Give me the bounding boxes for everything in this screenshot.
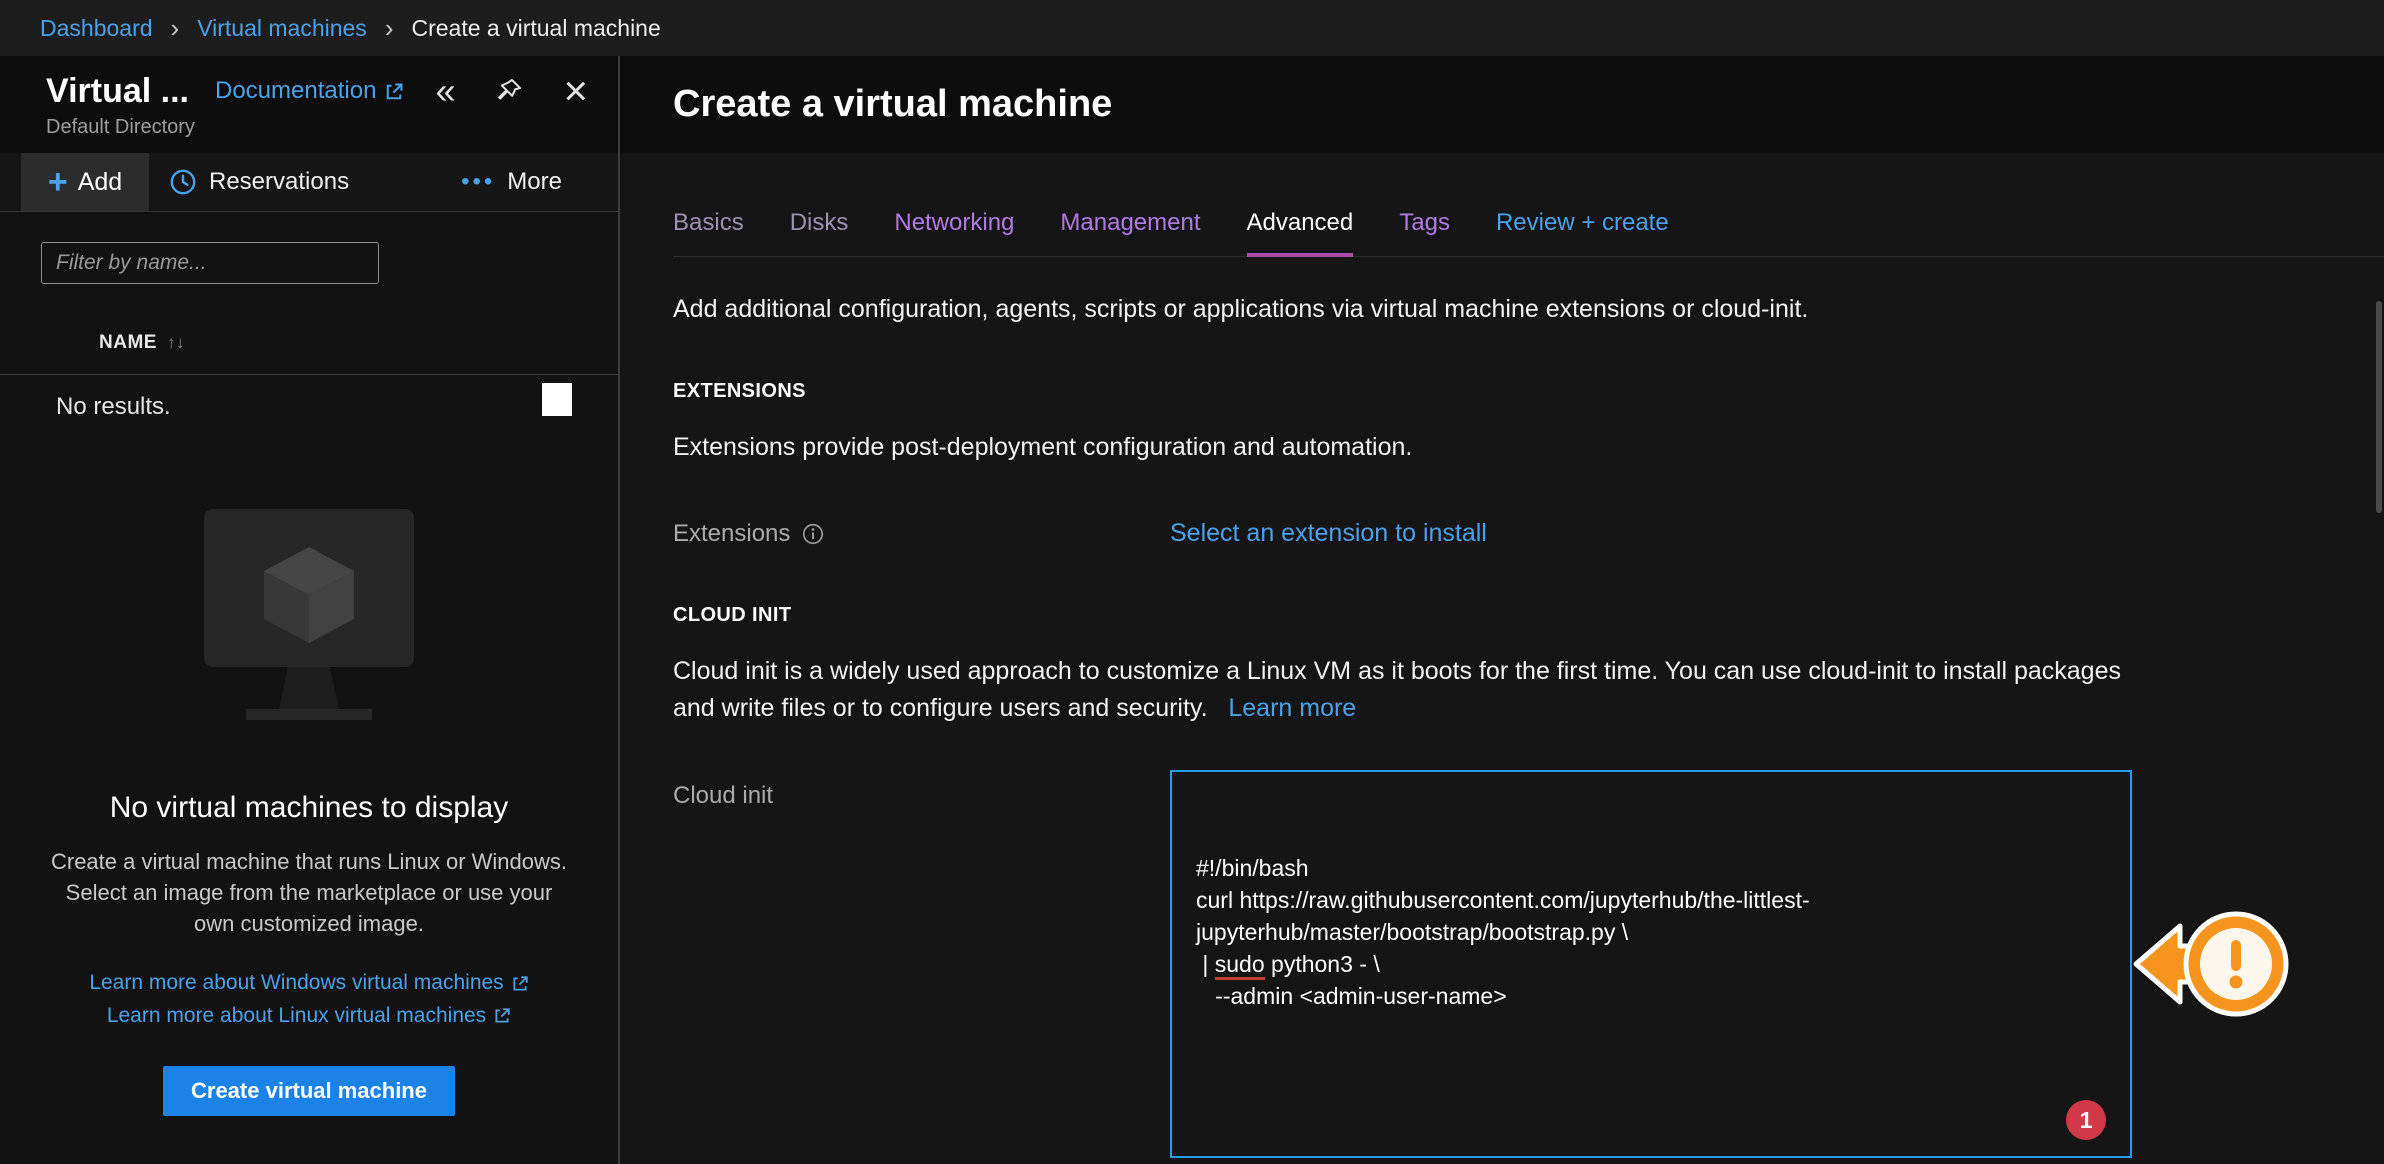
- tab-networking[interactable]: Networking: [894, 209, 1014, 256]
- more-button[interactable]: ••• More: [461, 153, 562, 211]
- main-scrollbar-thumb[interactable]: [2376, 301, 2382, 513]
- wizard-tabs: Basics Disks Networking Management Advan…: [673, 209, 2384, 257]
- close-icon: ×: [563, 70, 588, 112]
- learn-windows-vm-link[interactable]: Learn more about Windows virtual machine…: [89, 967, 528, 1000]
- pin-panel-button[interactable]: [495, 77, 523, 105]
- pin-icon: [495, 77, 523, 105]
- more-dots-icon: •••: [461, 168, 495, 196]
- extensions-form-row: Extensions Select an extension to instal…: [673, 519, 2384, 548]
- cloud-init-textarea[interactable]: #!/bin/bashcurl https://raw.githubuserco…: [1170, 770, 2132, 1158]
- empty-state: No virtual machines to display Create a …: [0, 509, 618, 1116]
- collapse-panel-button[interactable]: «: [435, 73, 455, 109]
- cloud-init-code: #!/bin/bashcurl https://raw.githubuserco…: [1196, 852, 2106, 1012]
- no-results-label: No results.: [56, 393, 171, 420]
- extensions-description: Extensions provide post-deployment confi…: [673, 429, 2133, 465]
- extensions-section-heading: EXTENSIONS: [673, 380, 2384, 403]
- breadcrumb-dashboard[interactable]: Dashboard: [40, 15, 153, 42]
- clock-icon: [169, 168, 197, 197]
- main-header: Create a virtual machine: [620, 56, 2384, 153]
- breadcrumb-separator-icon: ›: [171, 15, 180, 41]
- error-count-badge: 1: [2066, 1100, 2106, 1140]
- sort-icon: ↑↓: [167, 333, 185, 353]
- breadcrumb-virtual-machines[interactable]: Virtual machines: [197, 15, 367, 42]
- plus-icon: +: [48, 165, 68, 199]
- azure-portal: Dashboard › Virtual machines › Create a …: [0, 0, 2384, 1164]
- attention-annotation: [2132, 838, 2292, 1060]
- collapse-icon: «: [435, 73, 455, 109]
- learn-linux-vm-link[interactable]: Learn more about Linux virtual machines: [107, 1000, 511, 1033]
- panel-title: Virtual ...: [46, 72, 189, 111]
- add-button[interactable]: + Add: [21, 153, 149, 211]
- list-scrollbar-thumb[interactable]: [542, 383, 572, 416]
- tab-advanced[interactable]: Advanced: [1247, 209, 1354, 257]
- tab-tags[interactable]: Tags: [1399, 209, 1450, 256]
- learn-windows-vm-label: Learn more about Windows virtual machine…: [89, 967, 503, 1000]
- no-results-row: No results.: [0, 375, 618, 439]
- cloud-init-description: Cloud init is a widely used approach to …: [673, 653, 2133, 726]
- breadcrumb-current: Create a virtual machine: [411, 15, 660, 42]
- learn-linux-vm-label: Learn more about Linux virtual machines: [107, 1000, 486, 1033]
- content: Virtual ... Documentation «: [0, 56, 2384, 1164]
- reservations-button[interactable]: Reservations: [169, 153, 349, 211]
- close-panel-button[interactable]: ×: [563, 70, 588, 112]
- warning-pointer-icon: [2132, 902, 2292, 1028]
- directory-subtitle: Default Directory: [46, 116, 592, 139]
- cloud-init-section-heading: CLOUD INIT: [673, 604, 2384, 627]
- cloud-init-description-text: Cloud init is a widely used approach to …: [673, 657, 2121, 721]
- breadcrumb-separator-icon: ›: [385, 15, 394, 41]
- documentation-link-label: Documentation: [215, 77, 376, 105]
- learn-more-link[interactable]: Learn more: [1228, 694, 1356, 722]
- tab-review-create[interactable]: Review + create: [1496, 209, 1669, 256]
- main-body: Basics Disks Networking Management Advan…: [620, 153, 2384, 1164]
- page-title: Create a virtual machine: [673, 83, 1112, 126]
- more-label: More: [507, 168, 562, 196]
- name-column-header[interactable]: NAME ↑↓: [99, 332, 618, 354]
- virtual-machines-panel: Virtual ... Documentation «: [0, 56, 620, 1164]
- documentation-link[interactable]: Documentation: [215, 77, 404, 105]
- panel-header: Virtual ... Documentation «: [0, 56, 618, 153]
- select-extension-link[interactable]: Select an extension to install: [1170, 519, 1487, 548]
- cloud-init-form-row: Cloud init #!/bin/bashcurl https://raw.g…: [673, 770, 2384, 1158]
- reservations-label: Reservations: [209, 168, 349, 196]
- external-link-icon: [384, 77, 404, 105]
- empty-state-description: Create a virtual machine that runs Linux…: [49, 847, 569, 939]
- external-link-icon: [511, 967, 529, 1000]
- tab-management[interactable]: Management: [1060, 209, 1200, 256]
- tab-disks[interactable]: Disks: [790, 209, 849, 256]
- monitor-cube-icon: [204, 509, 414, 737]
- name-header-label: NAME: [99, 332, 157, 354]
- filter-by-name-input[interactable]: [41, 242, 379, 284]
- cloud-init-field-label: Cloud init: [673, 782, 773, 810]
- add-button-label: Add: [78, 168, 122, 197]
- extensions-field-label: Extensions: [673, 520, 790, 548]
- panel-toolbar: + Add Reservations ••• More: [0, 153, 618, 212]
- main-area: Create a virtual machine Basics Disks Ne…: [620, 56, 2384, 1164]
- create-virtual-machine-button[interactable]: Create virtual machine: [163, 1066, 455, 1116]
- empty-state-title: No virtual machines to display: [40, 791, 578, 825]
- advanced-intro-text: Add additional configuration, agents, sc…: [673, 295, 2384, 324]
- breadcrumb-bar: Dashboard › Virtual machines › Create a …: [0, 0, 2384, 56]
- info-icon[interactable]: [802, 520, 824, 548]
- tab-basics[interactable]: Basics: [673, 209, 744, 256]
- external-link-icon: [493, 1000, 511, 1033]
